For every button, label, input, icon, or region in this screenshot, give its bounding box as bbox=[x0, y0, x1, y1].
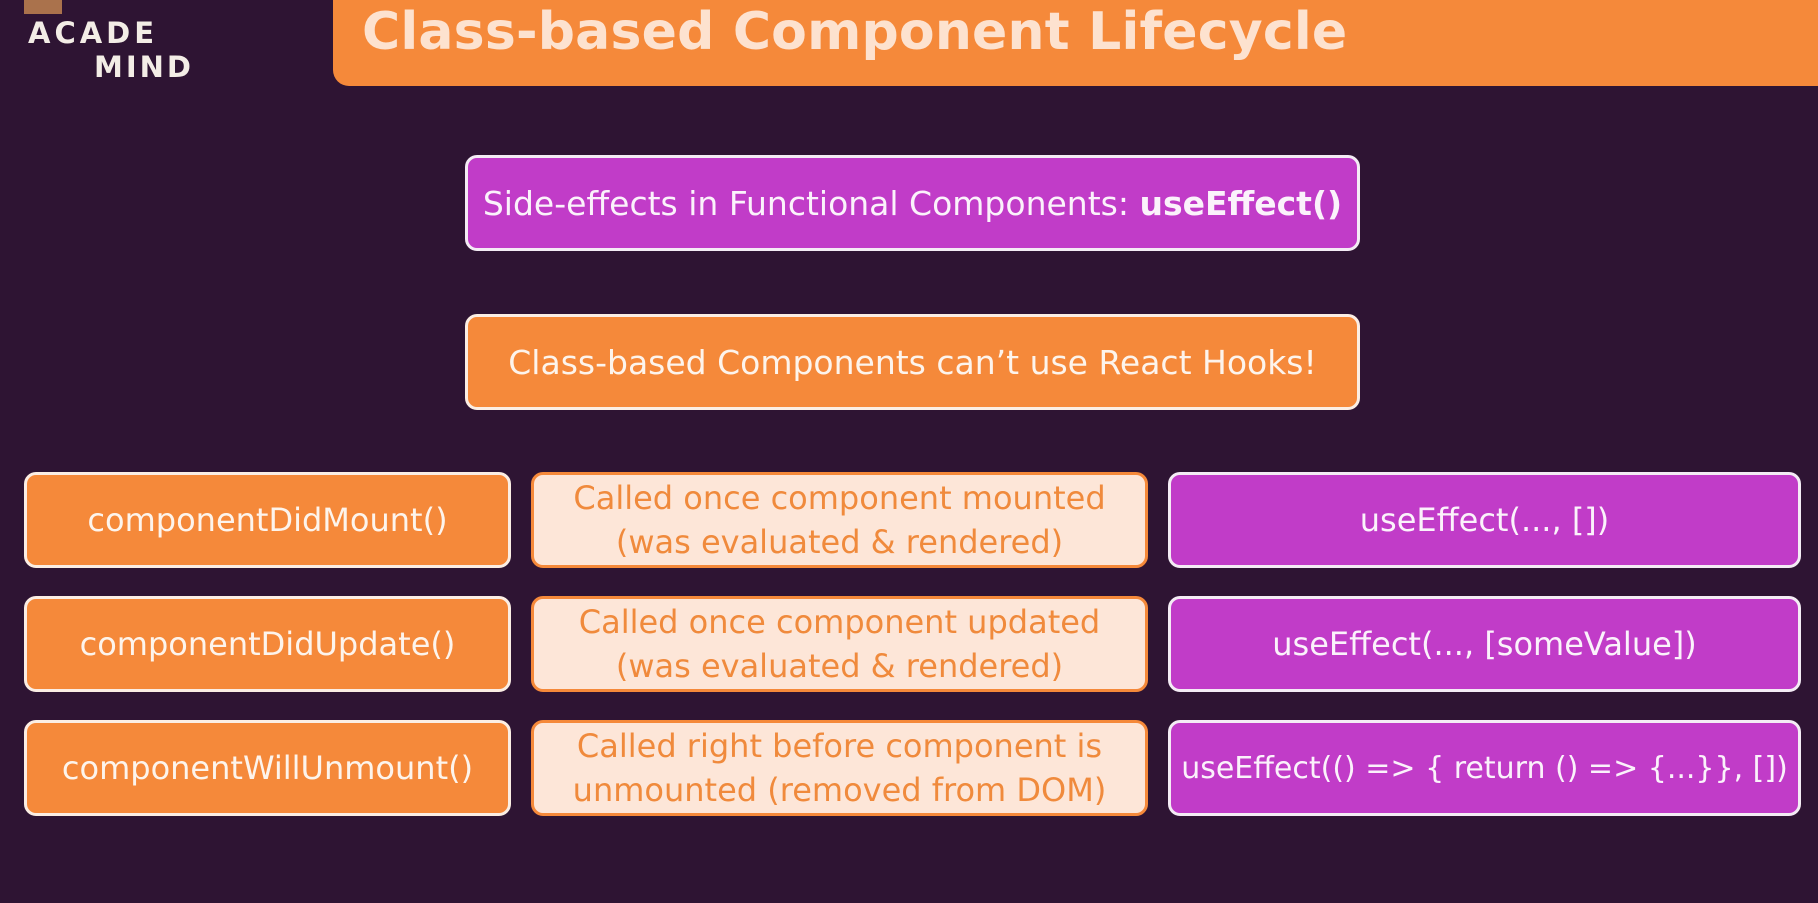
lifecycle-description: Called once component updated (was evalu… bbox=[579, 600, 1100, 688]
logo-bookmark-icon bbox=[24, 0, 62, 14]
functional-prefix: Side-effects in Functional Components: bbox=[482, 183, 1140, 223]
description-line: Called once component mounted bbox=[573, 479, 1106, 517]
class-hooks-note-text: Class-based Components can’t use React H… bbox=[508, 342, 1317, 382]
slide: Class-based Component Lifecycle ACADE MI… bbox=[0, 0, 1818, 903]
description-line: (was evaluated & rendered) bbox=[615, 647, 1064, 685]
lifecycle-description: Called once component mounted (was evalu… bbox=[573, 476, 1105, 564]
lifecycle-method-box: componentDidMount() bbox=[24, 472, 511, 568]
lifecycle-method-label: componentDidUpdate() bbox=[79, 625, 456, 663]
lifecycle-method-box: componentWillUnmount() bbox=[24, 720, 511, 816]
hook-equivalent-label: useEffect(..., [someValue]) bbox=[1272, 625, 1697, 663]
lifecycle-method-label: componentWillUnmount() bbox=[61, 749, 474, 787]
description-line: (was evaluated & rendered) bbox=[615, 523, 1064, 561]
lifecycle-description: Called right before component is unmount… bbox=[573, 724, 1107, 812]
description-line: Called once component updated bbox=[578, 603, 1101, 641]
functional-components-box: Side-effects in Functional Components: u… bbox=[465, 155, 1360, 251]
lifecycle-method-label: componentDidMount() bbox=[87, 501, 448, 539]
hook-equivalent-label: useEffect(() => { return () => {...}}, [… bbox=[1181, 750, 1788, 786]
hook-equivalent-box: useEffect(..., [someValue]) bbox=[1168, 596, 1801, 692]
logo-text-line1: ACADE bbox=[28, 16, 159, 50]
lifecycle-description-box: Called once component updated (was evalu… bbox=[531, 596, 1148, 692]
hook-equivalent-label: useEffect(..., []) bbox=[1359, 501, 1610, 539]
description-line: Called right before component is bbox=[576, 727, 1103, 765]
academind-logo: ACADE MIND bbox=[24, 0, 224, 90]
description-line: unmounted (removed from DOM) bbox=[572, 771, 1107, 809]
lifecycle-method-box: componentDidUpdate() bbox=[24, 596, 511, 692]
class-hooks-note-box: Class-based Components can’t use React H… bbox=[465, 314, 1360, 410]
functional-components-text: Side-effects in Functional Components: u… bbox=[483, 184, 1342, 223]
hook-equivalent-box: useEffect(() => { return () => {...}}, [… bbox=[1168, 720, 1801, 816]
lifecycle-description-box: Called once component mounted (was evalu… bbox=[531, 472, 1148, 568]
useeffect-label: useEffect() bbox=[1139, 183, 1343, 223]
logo-text-line2: MIND bbox=[94, 50, 194, 84]
hook-equivalent-box: useEffect(..., []) bbox=[1168, 472, 1801, 568]
lifecycle-description-box: Called right before component is unmount… bbox=[531, 720, 1148, 816]
slide-title: Class-based Component Lifecycle bbox=[362, 2, 1348, 62]
